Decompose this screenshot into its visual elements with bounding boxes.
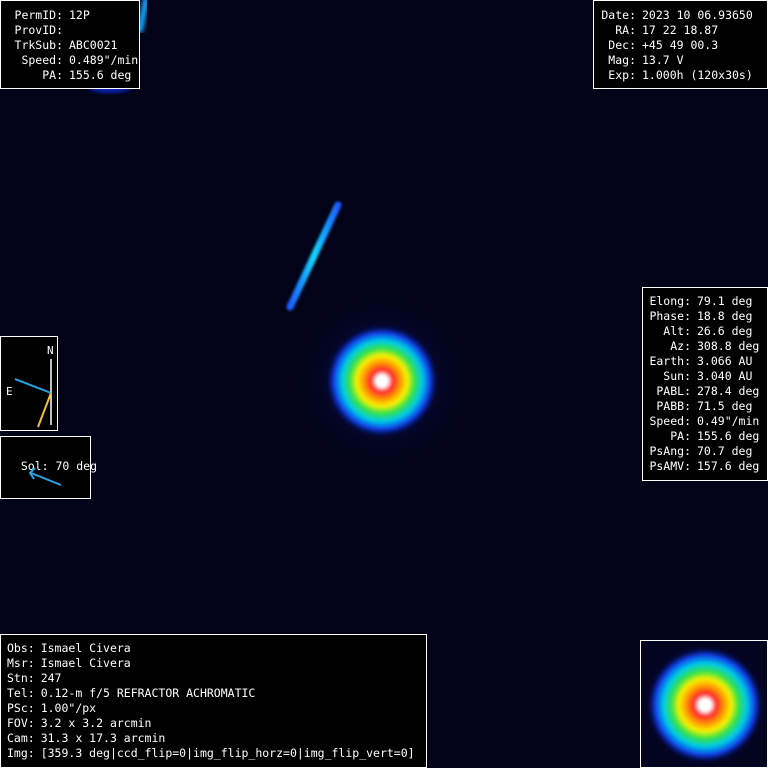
mid-right-row: Elong: 79.1 deg <box>647 294 767 309</box>
bottom-left-row: FOV: 3.2 x 3.2 arcmin <box>7 716 426 731</box>
field-value: 70.7 deg <box>697 444 753 458</box>
field-value: 0.489"/min <box>69 53 139 67</box>
field-label: Az: <box>670 339 691 353</box>
mid-right-row: Speed: 0.49"/min <box>647 414 767 429</box>
field-value: 3.2 x 3.2 arcmin <box>40 716 152 730</box>
field-value: 157.6 deg <box>697 459 760 473</box>
top-right-row: Mag: 13.7 V <box>600 53 767 68</box>
field-value: [359.3 deg|ccd_flip=0|img_flip_horz=0|im… <box>40 746 415 760</box>
top-right-row: Date: 2023 10 06.93650 <box>600 8 767 23</box>
field-label: PA: <box>670 429 691 443</box>
mid-right-row: Earth: 3.066 AU <box>647 354 767 369</box>
mid-right-row: PsAng: 70.7 deg <box>647 444 767 459</box>
field-value: 17 22 18.87 <box>642 23 719 37</box>
field-value: 12P <box>69 8 90 22</box>
field-label: ProvID: <box>14 23 63 37</box>
field-value: 3.066 AU <box>697 354 753 368</box>
field-value: 1.00"/px <box>40 701 97 715</box>
bottom-left-row: Stn: 247 <box>7 671 426 686</box>
top-left-row: Speed: 0.489"/min <box>7 53 139 68</box>
mid-right-row: Az: 308.8 deg <box>647 339 767 354</box>
top-left-row: ProvID: <box>7 23 139 38</box>
field-label: TrkSub: <box>14 38 63 52</box>
field-label: Alt: <box>663 324 691 338</box>
mid-right-row: PA: 155.6 deg <box>647 429 767 444</box>
compass-panel: N E <box>0 336 58 431</box>
field-value: ABC0021 <box>69 38 118 52</box>
comet-coma <box>326 325 438 437</box>
bottom-left-row: Cam: 31.3 x 17.3 arcmin <box>7 731 426 746</box>
mid-right-row: Sun: 3.040 AU <box>647 369 767 384</box>
geometry-info-panel: Elong: 79.1 deg Phase: 18.8 deg Alt: 26.6 deg… <box>642 287 768 481</box>
field-label: FOV: <box>7 716 35 730</box>
field-value: 3.040 AU <box>697 369 753 383</box>
bottom-left-row: Msr: Ismael Civera <box>7 656 426 671</box>
field-value: 18.8 deg <box>697 309 753 323</box>
comet-thumbnail <box>640 640 768 768</box>
field-label: Phase: <box>649 309 691 323</box>
object-info-panel: PermID: 12P ProvID: TrkSub: ABC0021 Speed: 0.4… <box>0 0 140 89</box>
top-left-row: PermID: 12P <box>7 8 139 23</box>
compass-arrows-icon <box>14 359 52 428</box>
field-value: 155.6 deg <box>697 429 760 443</box>
field-label: PABL: <box>656 384 691 398</box>
field-label: Obs: <box>7 641 35 655</box>
field-value: +45 49 00.3 <box>642 38 719 52</box>
top-right-row: Dec: +45 49 00.3 <box>600 38 767 53</box>
field-label: Speed: <box>21 53 63 67</box>
field-value: Ismael Civera <box>40 656 131 670</box>
top-right-row: RA: 17 22 18.87 <box>600 23 767 38</box>
field-label: Elong: <box>649 294 691 308</box>
top-left-row: TrkSub: ABC0021 <box>7 38 139 53</box>
field-label: Exp: <box>608 68 636 82</box>
mid-right-row: PsAMV: 157.6 deg <box>647 459 767 474</box>
top-right-row: Exp: 1.000h (120x30s) <box>600 68 767 83</box>
field-value: 79.1 deg <box>697 294 753 308</box>
field-value: 1.000h (120x30s) <box>642 68 753 82</box>
field-label: Speed: <box>649 414 691 428</box>
field-value: 13.7 V <box>642 53 684 67</box>
field-label: PermID: <box>14 8 63 22</box>
field-label: Img: <box>7 746 35 760</box>
observer-info-panel: Obs: Ismael Civera Msr: Ismael Civera Stn: 24… <box>0 634 427 768</box>
bottom-left-row: PSc: 1.00"/px <box>7 701 426 716</box>
field-label: Dec: <box>608 38 636 52</box>
mid-right-row: PABL: 278.4 deg <box>647 384 767 399</box>
bottom-left-row: Img: [359.3 deg|ccd_flip=0|img_flip_horz=… <box>7 746 426 761</box>
bottom-left-row: Obs: Ismael Civera <box>7 641 426 656</box>
field-label: PA: <box>42 68 63 82</box>
mid-right-row: PABB: 71.5 deg <box>647 399 767 414</box>
field-value: 26.6 deg <box>697 324 753 338</box>
field-label: PABB: <box>656 399 691 413</box>
field-label: PsAMV: <box>649 459 691 473</box>
field-value: 155.6 deg <box>69 68 132 82</box>
field-label: RA: <box>615 23 636 37</box>
field-label: Earth: <box>649 354 691 368</box>
observation-info-panel: Date: 2023 10 06.93650 RA: 17 22 18.87 Dec: +… <box>593 0 768 89</box>
field-value: 0.49"/min <box>697 414 760 428</box>
mid-right-row: Phase: 18.8 deg <box>647 309 767 324</box>
field-label: PSc: <box>7 701 35 715</box>
field-label: Date: <box>601 8 636 22</box>
field-label: Mag: <box>608 53 636 67</box>
field-label: Msr: <box>7 656 35 670</box>
field-value: 0.12-m f/5 REFRACTOR ACHROMATIC <box>40 686 256 700</box>
field-label: PsAng: <box>649 444 691 458</box>
field-value: 71.5 deg <box>697 399 753 413</box>
top-left-row: PA: 155.6 deg <box>7 68 139 83</box>
field-value: 2023 10 06.93650 <box>642 8 753 22</box>
sun-direction-arrow-icon <box>28 467 62 486</box>
field-value: 247 <box>40 671 62 685</box>
field-label: Tel: <box>7 686 35 700</box>
field-label: Sun: <box>663 369 691 383</box>
field-value: Ismael Civera <box>40 641 131 655</box>
sun-direction-panel: Sol: 70 deg <box>0 436 97 499</box>
mid-right-row: Alt: 26.6 deg <box>647 324 767 339</box>
field-label: Cam: <box>7 731 35 745</box>
field-value: 31.3 x 17.3 arcmin <box>40 731 166 745</box>
field-value: 308.8 deg <box>697 339 760 353</box>
bottom-left-row: Tel: 0.12-m f/5 REFRACTOR ACHROMATIC <box>7 686 426 701</box>
field-label: Stn: <box>7 671 35 685</box>
field-value: 278.4 deg <box>697 384 760 398</box>
